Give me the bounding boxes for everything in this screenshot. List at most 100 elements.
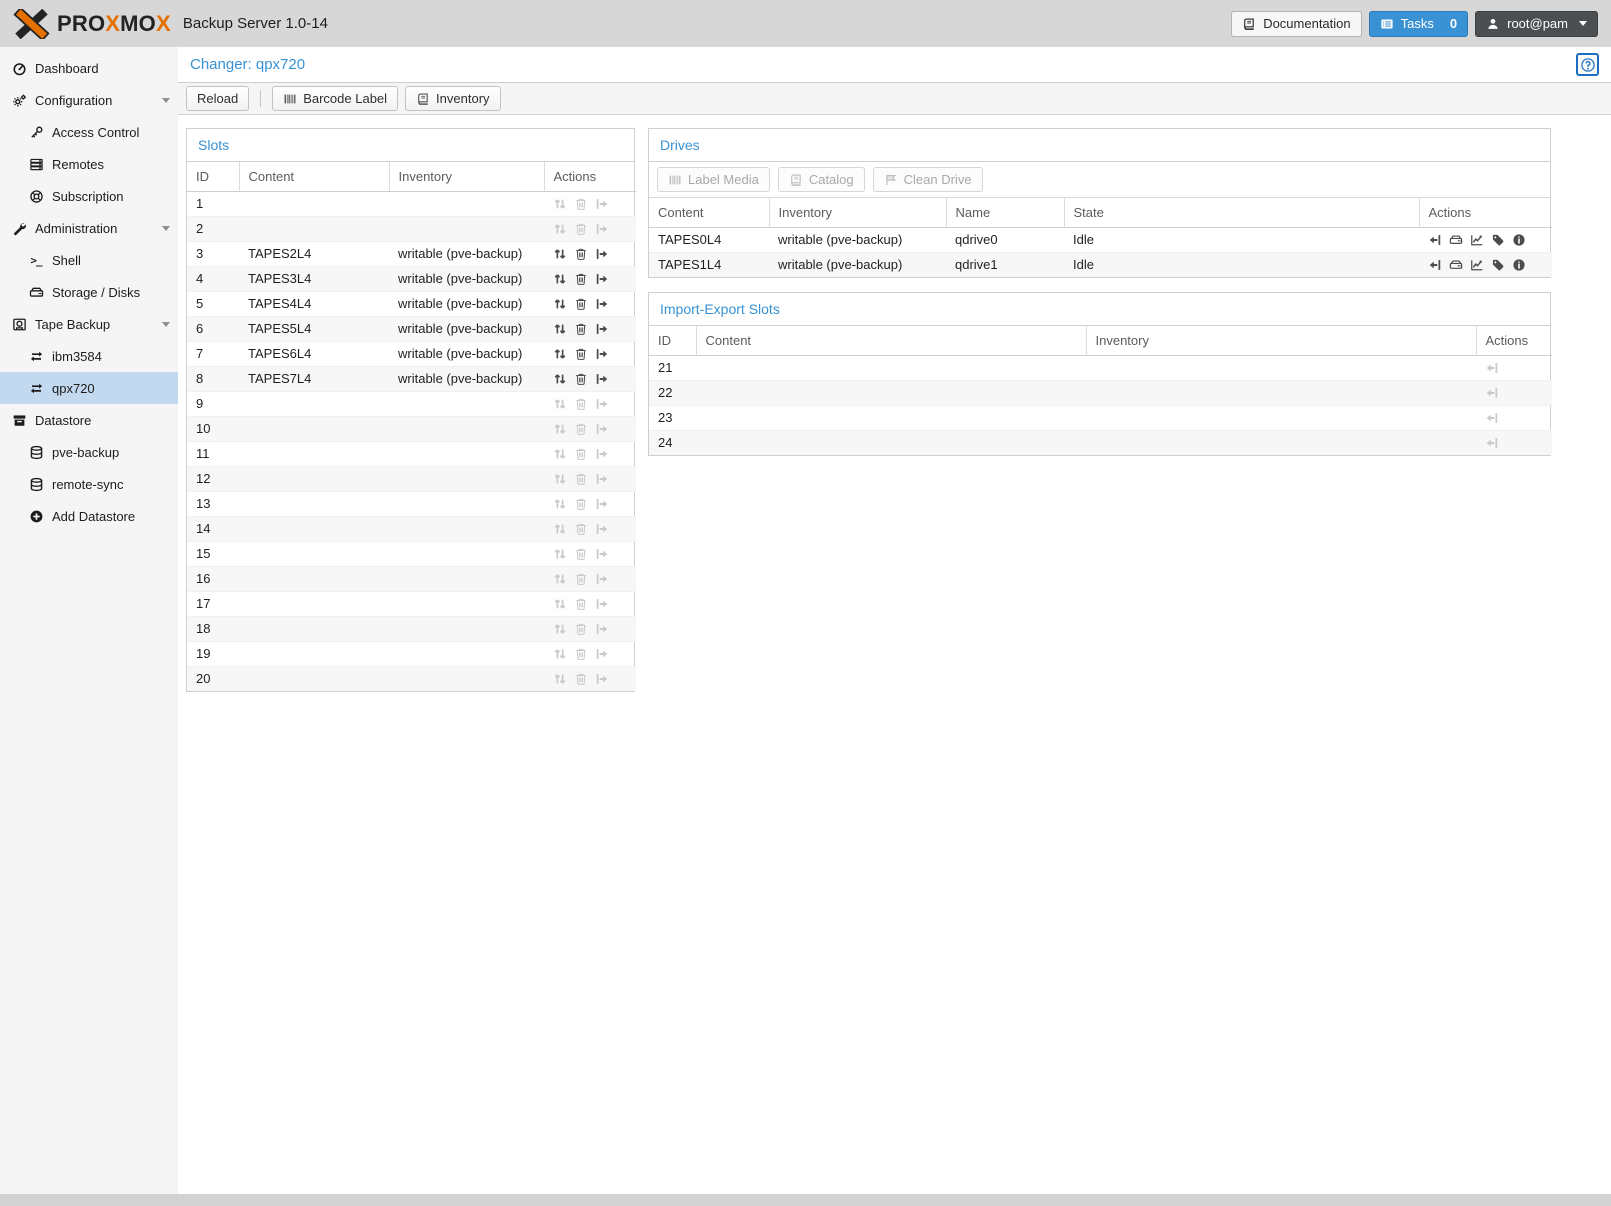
unload-icon[interactable] xyxy=(1428,258,1442,272)
cell-id: 14 xyxy=(187,516,239,541)
table-row[interactable]: 18 xyxy=(187,616,636,641)
sidebar-item-dashboard[interactable]: Dashboard xyxy=(0,52,178,84)
table-row[interactable]: 15 xyxy=(187,541,636,566)
column-header-inventory[interactable]: Inventory xyxy=(769,198,946,227)
erase-icon[interactable] xyxy=(574,347,588,361)
table-row[interactable]: 6TAPES5L4writable (pve-backup) xyxy=(187,316,636,341)
load-icon[interactable] xyxy=(595,247,609,261)
table-row[interactable]: TAPES1L4writable (pve-backup)qdrive1Idle xyxy=(649,252,1552,277)
content-area: Slots IDContentInventoryActions123TAPES2… xyxy=(178,115,1611,1194)
statistics-icon[interactable] xyxy=(1470,233,1484,247)
cell-inventory xyxy=(389,616,544,641)
column-header-actions[interactable]: Actions xyxy=(544,162,636,191)
format-icon[interactable] xyxy=(1449,233,1463,247)
transfer-icon[interactable] xyxy=(553,272,567,286)
table-row[interactable]: TAPES0L4writable (pve-backup)qdrive0Idle xyxy=(649,227,1552,252)
sidebar-item-tape-backup[interactable]: Tape Backup xyxy=(0,308,178,340)
erase-icon[interactable] xyxy=(574,372,588,386)
sidebar-item-storage-disks[interactable]: Storage / Disks xyxy=(0,276,178,308)
table-row[interactable]: 4TAPES3L4writable (pve-backup) xyxy=(187,266,636,291)
load-icon[interactable] xyxy=(595,372,609,386)
sidebar-item-datastore[interactable]: Datastore xyxy=(0,404,178,436)
sidebar-item-subscription[interactable]: Subscription xyxy=(0,180,178,212)
sidebar-item-configuration[interactable]: Configuration xyxy=(0,84,178,116)
load-icon xyxy=(595,497,609,511)
inventory-button[interactable]: Inventory xyxy=(405,86,500,111)
transfer-icon[interactable] xyxy=(553,322,567,336)
sidebar-item-administration[interactable]: Administration xyxy=(0,212,178,244)
table-row[interactable]: 11 xyxy=(187,441,636,466)
table-row[interactable]: 21 xyxy=(649,355,1552,380)
cell-id: 2 xyxy=(187,216,239,241)
column-header-inventory[interactable]: Inventory xyxy=(1086,326,1476,355)
table-row[interactable]: 16 xyxy=(187,566,636,591)
column-header-actions[interactable]: Actions xyxy=(1419,198,1552,227)
statistics-icon[interactable] xyxy=(1470,258,1484,272)
transfer-icon[interactable] xyxy=(553,347,567,361)
table-row[interactable]: 19 xyxy=(187,641,636,666)
table-row[interactable]: 12 xyxy=(187,466,636,491)
proxmox-logo[interactable]: PROXMOX xyxy=(13,9,171,39)
table-row[interactable]: 23 xyxy=(649,405,1552,430)
barcode-label-button[interactable]: Barcode Label xyxy=(272,86,398,111)
table-row[interactable]: 1 xyxy=(187,191,636,216)
column-header-content[interactable]: Content xyxy=(239,162,389,191)
sidebar-item-add-datastore[interactable]: Add Datastore xyxy=(0,500,178,532)
table-row[interactable]: 17 xyxy=(187,591,636,616)
tasks-button[interactable]: Tasks 0 xyxy=(1369,11,1468,37)
table-row[interactable]: 10 xyxy=(187,416,636,441)
erase-icon[interactable] xyxy=(574,322,588,336)
format-icon[interactable] xyxy=(1449,258,1463,272)
table-row[interactable]: 9 xyxy=(187,391,636,416)
cell-content: TAPES6L4 xyxy=(239,341,389,366)
table-row[interactable]: 5TAPES4L4writable (pve-backup) xyxy=(187,291,636,316)
table-row[interactable]: 20 xyxy=(187,666,636,691)
column-header-inventory[interactable]: Inventory xyxy=(389,162,544,191)
sidebar-item-qpx720[interactable]: qpx720 xyxy=(0,372,178,404)
column-header-content[interactable]: Content xyxy=(696,326,1086,355)
documentation-button[interactable]: Documentation xyxy=(1231,11,1361,37)
tape-icon xyxy=(10,317,28,332)
column-header-id[interactable]: ID xyxy=(649,326,696,355)
load-icon[interactable] xyxy=(595,347,609,361)
column-header-actions[interactable]: Actions xyxy=(1476,326,1552,355)
load-icon[interactable] xyxy=(595,272,609,286)
column-header-state[interactable]: State xyxy=(1064,198,1419,227)
main-area: Changer: qpx720 Reload Barcode Label Inv… xyxy=(178,47,1611,1194)
table-row[interactable]: 7TAPES6L4writable (pve-backup) xyxy=(187,341,636,366)
erase-icon[interactable] xyxy=(574,297,588,311)
transfer-icon[interactable] xyxy=(553,297,567,311)
erase-icon[interactable] xyxy=(574,247,588,261)
transfer-icon[interactable] xyxy=(553,372,567,386)
table-row[interactable]: 8TAPES7L4writable (pve-backup) xyxy=(187,366,636,391)
sidebar-item-pve-backup[interactable]: pve-backup xyxy=(0,436,178,468)
load-icon[interactable] xyxy=(595,322,609,336)
table-row[interactable]: 13 xyxy=(187,491,636,516)
sidebar-item-shell[interactable]: >_Shell xyxy=(0,244,178,276)
table-row[interactable]: 14 xyxy=(187,516,636,541)
label-icon[interactable] xyxy=(1491,233,1505,247)
info-icon[interactable] xyxy=(1512,233,1526,247)
erase-icon[interactable] xyxy=(574,272,588,286)
table-row[interactable]: 3TAPES2L4writable (pve-backup) xyxy=(187,241,636,266)
unload-icon[interactable] xyxy=(1428,233,1442,247)
sidebar: DashboardConfigurationAccess ControlRemo… xyxy=(0,47,178,1194)
column-header-name[interactable]: Name xyxy=(946,198,1064,227)
user-menu-button[interactable]: root@pam xyxy=(1475,11,1598,37)
cell-actions xyxy=(544,216,636,241)
transfer-icon[interactable] xyxy=(553,247,567,261)
load-icon[interactable] xyxy=(595,297,609,311)
sidebar-item-remotes[interactable]: Remotes xyxy=(0,148,178,180)
label-icon[interactable] xyxy=(1491,258,1505,272)
info-icon[interactable] xyxy=(1512,258,1526,272)
sidebar-item-remote-sync[interactable]: remote-sync xyxy=(0,468,178,500)
table-row[interactable]: 2 xyxy=(187,216,636,241)
help-button[interactable] xyxy=(1576,53,1599,76)
table-row[interactable]: 22 xyxy=(649,380,1552,405)
sidebar-item-ibm3584[interactable]: ibm3584 xyxy=(0,340,178,372)
column-header-id[interactable]: ID xyxy=(187,162,239,191)
column-header-content[interactable]: Content xyxy=(649,198,769,227)
table-row[interactable]: 24 xyxy=(649,430,1552,455)
reload-button[interactable]: Reload xyxy=(186,86,249,111)
sidebar-item-access-control[interactable]: Access Control xyxy=(0,116,178,148)
